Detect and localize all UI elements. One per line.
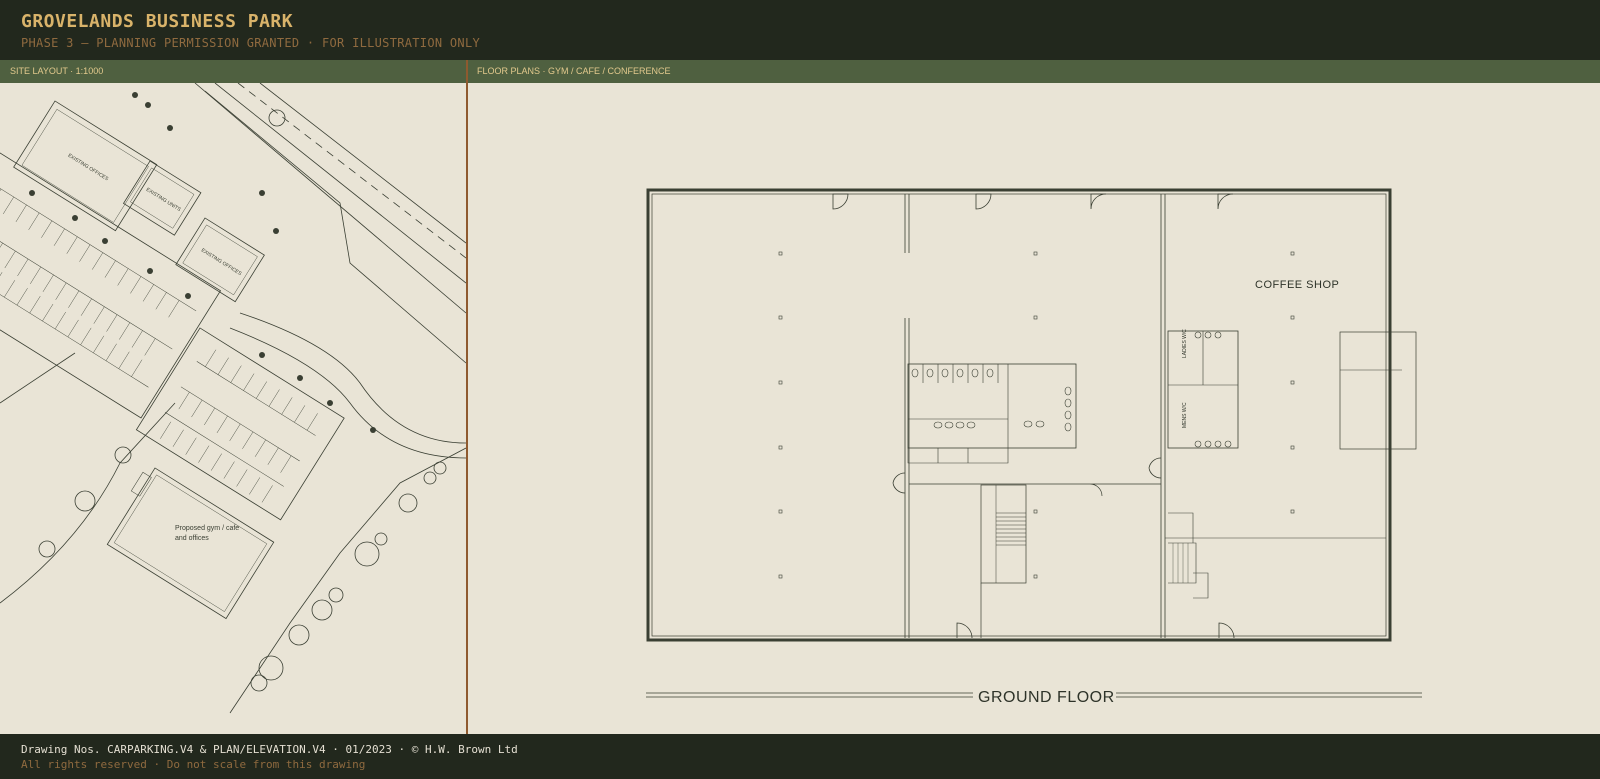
door	[1148, 457, 1162, 479]
outer-wall	[646, 188, 1392, 642]
door	[892, 472, 906, 494]
cafe-wc-partitions	[1168, 331, 1238, 386]
access-road	[239, 312, 467, 444]
building-label: EXISTING OFFICES	[200, 247, 243, 277]
door	[975, 193, 992, 210]
stair-treads	[995, 485, 1026, 583]
stairs	[980, 484, 1027, 584]
floor-plans-label: FLOOR PLANS · GYM / CAFE / CONFERENCE	[477, 66, 671, 76]
cafe-stair-treads	[1172, 543, 1189, 583]
footer-bar: Drawing Nos. CARPARKING.V4 & PLAN/ELEVAT…	[0, 734, 1600, 779]
tree-group	[38, 109, 447, 692]
page-subtitle: PHASE 3 — PLANNING PERMISSION GRANTED · …	[21, 36, 481, 50]
road-edge	[259, 82, 467, 244]
ground-floor-title: GROUND FLOOR	[978, 689, 1115, 706]
perimeter-path	[0, 402, 176, 604]
footer-drawing-info: Drawing Nos. CARPARKING.V4 & PLAN/ELEVAT…	[21, 743, 518, 756]
inner-wall	[651, 193, 1387, 637]
partition-wall	[904, 194, 910, 638]
site-layout-bar: SITE LAYOUT · 1:1000	[0, 60, 466, 83]
road-centre-line	[237, 82, 467, 259]
footer-rights: All rights reserved · Do not scale from …	[21, 758, 366, 771]
column-grid	[778, 251, 1295, 579]
site-layout-drawing: EXISTING OFFICES EXISTING UNITS EXISTING…	[0, 82, 467, 714]
toilet-fixtures	[911, 368, 1072, 432]
proposed-label-line1: Proposed gym / cafe	[175, 525, 239, 532]
floor-plan-panel: COFFEE SHOP LADIES W/C MENS W/C GROUND F…	[468, 83, 1600, 734]
ladies-wc-label: LADIES W/C	[1182, 329, 1188, 358]
floor-plans-bar: FLOOR PLANS · GYM / CAFE / CONFERENCE	[467, 60, 1600, 83]
site-layout-panel: EXISTING OFFICES EXISTING UNITS EXISTING…	[0, 82, 467, 734]
page-title: GROVELANDS BUSINESS PARK	[21, 11, 294, 32]
site-layout-label: SITE LAYOUT · 1:1000	[10, 66, 104, 76]
door	[832, 193, 849, 210]
road-edge	[214, 82, 467, 284]
header-bar: GROVELANDS BUSINESS PARK PHASE 3 — PLANN…	[0, 0, 1600, 60]
existing-units: EXISTING UNITS	[122, 160, 202, 236]
cafe-counter	[1339, 331, 1417, 450]
existing-offices-top: EXISTING OFFICES	[13, 100, 158, 232]
coffee-shop-label: COFFEE SHOP	[1255, 279, 1339, 291]
car-park-east	[135, 327, 345, 521]
existing-offices-right: EXISTING OFFICES	[175, 217, 265, 303]
cafe-toilet-fixtures	[1194, 331, 1232, 448]
ground-floor-plan: COFFEE SHOP LADIES W/C MENS W/C GROUND F…	[646, 188, 1422, 706]
building-label: EXISTING UNITS	[145, 187, 182, 213]
corridor-wall	[909, 483, 1161, 497]
boundary-line	[0, 352, 76, 404]
door	[1090, 193, 1107, 210]
door	[1217, 193, 1234, 210]
shrub-group	[29, 92, 376, 433]
road-verge	[204, 90, 467, 364]
wc-cubicles	[907, 448, 1009, 464]
perimeter-path	[229, 447, 467, 714]
road-edge	[194, 82, 467, 314]
partition-wall	[1160, 194, 1166, 638]
building-label: EXISTING OFFICES	[67, 153, 110, 183]
mens-wc-label: MENS W/C	[1182, 402, 1188, 428]
proposed-label-line2: and offices	[175, 535, 209, 542]
